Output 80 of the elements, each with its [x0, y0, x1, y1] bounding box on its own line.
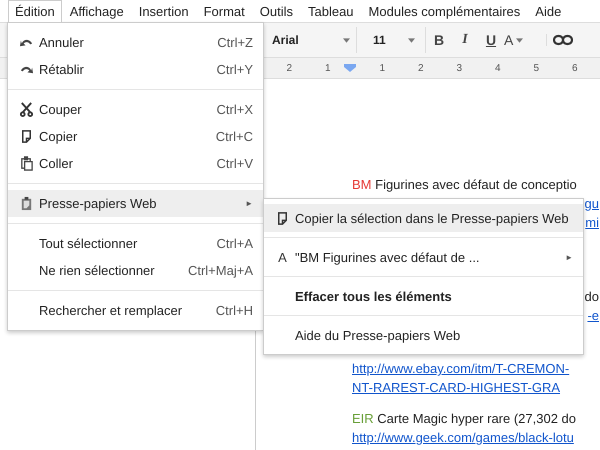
menu-item[interactable]: Coller Ctrl+V — [8, 150, 263, 177]
ruler-number: 6 — [570, 62, 579, 74]
menu-item-label: Copier la sélection dans le Presse-papiers Web — [295, 210, 570, 226]
clipboard-icon — [19, 196, 34, 211]
menu-item-label: "BM Figurines avec défaut de ... — [295, 250, 481, 264]
menu-item[interactable]: Copier la sélection dans le Presse-papiers Web — [264, 204, 583, 232]
format-button[interactable]: I — [452, 32, 478, 48]
menu-item-label: Copier — [39, 129, 78, 144]
menu-item[interactable]: Annuler Ctrl+Z — [8, 29, 263, 56]
format-button[interactable]: B — [426, 32, 452, 48]
menu-item[interactable]: Presse-papiers Web ► — [8, 190, 263, 217]
ruler-number: 2 — [285, 62, 294, 74]
menu-item-label: Tout sélectionner — [39, 236, 138, 251]
document-link[interactable]: -e — [587, 306, 600, 325]
menu-item[interactable]: Copier Ctrl+C — [8, 123, 263, 150]
menu-item[interactable]: Ne rien sélectionner Ctrl+Maj+A — [8, 257, 263, 284]
shortcut-label: Ctrl+X — [216, 102, 253, 117]
submenu-arrow: ► — [565, 252, 573, 262]
document-text: do — [584, 288, 600, 306]
menu-item[interactable]: Tout sélectionner Ctrl+A — [8, 230, 263, 257]
menu-item[interactable]: Rétablir Ctrl+Y — [8, 56, 263, 83]
font-dropdown[interactable]: Arial — [266, 27, 357, 53]
menu-tab[interactable]: Tableau — [301, 0, 361, 22]
menu-tab[interactable]: Format — [196, 0, 252, 22]
shortcut-label: Ctrl+Maj+A — [188, 263, 253, 278]
caret-icon — [516, 38, 524, 42]
entry-tag: BM — [352, 177, 372, 192]
shortcut-label: Ctrl+V — [216, 156, 253, 171]
document-link[interactable]: mi — [585, 213, 600, 232]
menu-item-label: Coller — [39, 156, 74, 171]
text-color-button[interactable]: A — [504, 32, 536, 48]
shortcut-label: Ctrl+C — [216, 129, 253, 144]
document-link[interactable]: http://www.ebay.com/itm/T-CREMON- — [352, 359, 570, 378]
ruler-number: 4 — [494, 62, 502, 74]
menu-tab[interactable]: Outils — [252, 0, 300, 22]
menu-item[interactable]: A "BM Figurines avec défaut de ... ► — [264, 243, 583, 271]
caret-icon — [408, 38, 415, 42]
menu-item[interactable]: Aide du Presse-papiers Web — [264, 321, 583, 349]
menu-item-label: Annuler — [39, 35, 85, 50]
menu-item-label: Presse-papiers Web — [39, 196, 158, 211]
menu-tab[interactable]: Affichage — [62, 0, 131, 22]
menu-item-label: Rétablir — [39, 62, 85, 77]
document-link[interactable]: http://www.geek.com/games/black-lotu — [352, 428, 574, 447]
shortcut-label: Ctrl+H — [216, 303, 253, 318]
shortcut-label: Ctrl+Z — [217, 35, 253, 50]
menu-tab[interactable]: Édition — [8, 0, 62, 22]
ruler-number: 1 — [324, 62, 332, 74]
menu-item-label: Aide du Presse-papiers Web — [295, 328, 462, 342]
menu-item[interactable]: Rechercher et remplacer Ctrl+H — [8, 297, 263, 324]
format-button[interactable]: U — [478, 32, 504, 48]
scissors-icon — [19, 102, 34, 117]
menu-item[interactable]: Effacer tous les éléments — [264, 282, 583, 310]
document-line: EIR Carte Magic hyper rare (27,302 do — [352, 410, 576, 428]
copy-icon — [19, 129, 34, 144]
shortcut-label: Ctrl+A — [216, 236, 253, 251]
ruler-number: 1 — [378, 62, 386, 74]
ruler-number: 5 — [532, 62, 540, 74]
indent-marker-icon[interactable] — [344, 64, 356, 72]
menu-item-label: Rechercher et remplacer — [39, 303, 184, 318]
copy-icon — [275, 210, 290, 226]
menu-tab[interactable]: Modules complémentaires — [362, 0, 528, 22]
caret-icon — [343, 38, 350, 42]
document-link[interactable]: gu — [584, 194, 600, 213]
menu-item[interactable]: Couper Ctrl+X — [8, 96, 263, 123]
shortcut-label: Ctrl+Y — [216, 62, 253, 77]
ruler-number: 3 — [455, 62, 464, 74]
font-size-dropdown[interactable]: 11 — [367, 27, 426, 53]
menu-tab[interactable]: Insertion — [132, 0, 196, 22]
text-glyph: A — [278, 250, 287, 264]
submenu-arrow: ► — [245, 199, 253, 208]
link-icon[interactable] — [546, 34, 573, 46]
ruler-number: 2 — [416, 62, 425, 74]
document-link[interactable]: NT-RAREST-CARD-HIGHEST-GRA — [352, 378, 560, 397]
menu-tab[interactable]: Aide — [528, 0, 568, 22]
menu-item-label: Ne rien sélectionner — [39, 263, 156, 278]
entry-tag: EIR — [352, 411, 374, 426]
document-line: BM Figurines avec défaut de conceptio — [352, 176, 577, 194]
menu-item-label: Couper — [39, 102, 83, 117]
paste-icon — [19, 156, 34, 171]
menu-item-label: Effacer tous les éléments — [295, 288, 453, 304]
